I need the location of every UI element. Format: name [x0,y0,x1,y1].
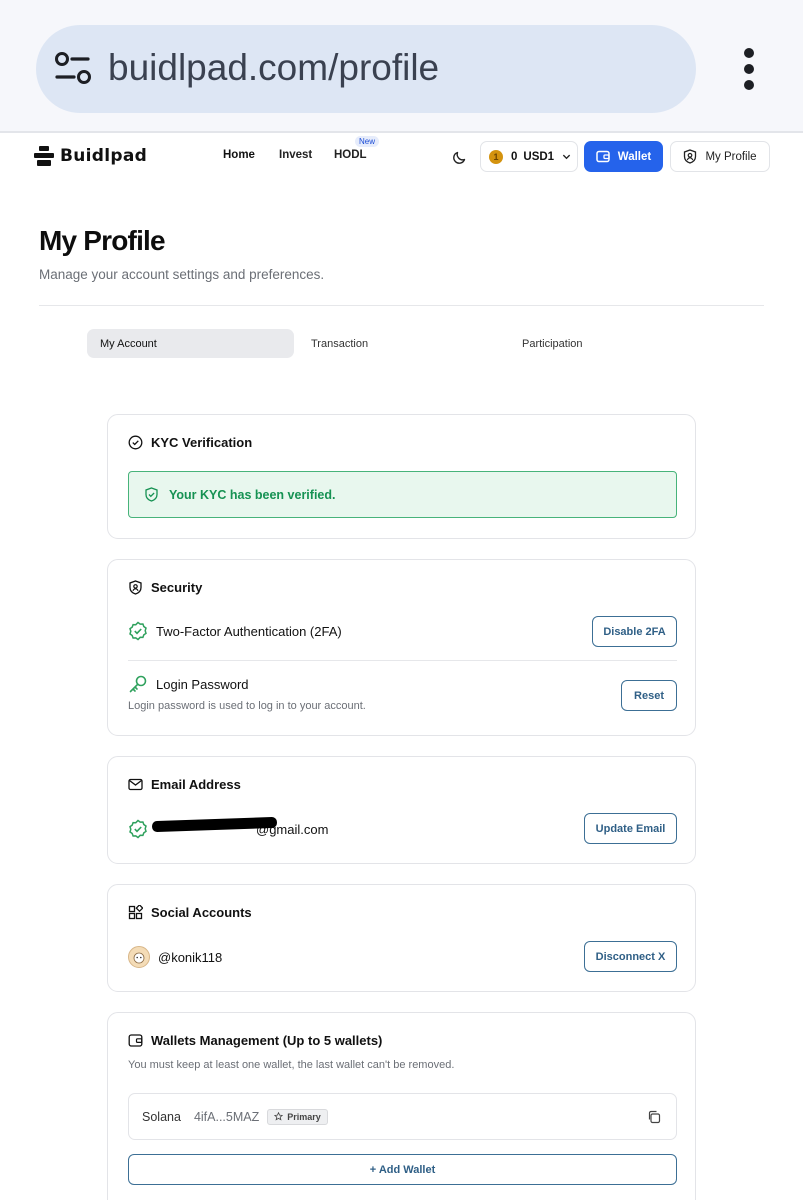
add-wallet-button[interactable]: + Add Wallet [128,1154,677,1185]
disable-2fa-button[interactable]: Disable 2FA [592,616,677,647]
wallet-chain: Solana [142,1109,181,1124]
browser-menu-icon[interactable] [738,48,760,92]
apps-icon [128,905,143,920]
update-email-button[interactable]: Update Email [584,813,677,844]
moon-icon[interactable] [452,149,468,165]
header-divider [39,305,764,306]
top-nav: Buidlpad Home Invest HODL New 1 0 USD1 W… [0,133,803,181]
key-icon [129,675,147,693]
logo[interactable]: Buidlpad [34,145,147,167]
kyc-title-label: KYC Verification [151,435,253,450]
security-divider [128,660,677,661]
badge-check-icon [129,819,147,839]
tab-participation[interactable]: Participation [522,329,583,358]
copy-icon[interactable] [647,1110,661,1124]
twofa-row-label: Two-Factor Authentication (2FA) [128,621,342,641]
wallets-description: You must keep at least one wallet, the l… [128,1059,455,1071]
page-subtitle: Manage your account settings and prefere… [39,267,325,282]
primary-badge-label: Primary [287,1111,321,1122]
password-label: Login Password [156,676,249,692]
kyc-status-text: Your KYC has been verified. [169,487,336,502]
my-profile-label: My Profile [705,150,757,163]
social-account-row: @konik118 [128,946,222,968]
wallet-address: 4ifA...5MAZ [193,1109,260,1124]
page-title: My Profile [39,225,166,256]
kyc-status-banner: Your KYC has been verified. [128,471,677,518]
disconnect-x-button[interactable]: Disconnect X [584,941,677,972]
address-bar[interactable]: buidlpad.com/profile [36,25,696,113]
kyc-card: KYC Verification Your KYC has been verif… [107,414,696,539]
mail-icon [128,778,143,791]
shield-check-icon [145,487,158,502]
security-card: Security Two-Factor Authentication (2FA)… [107,559,696,736]
avatar [128,946,150,968]
social-title: Social Accounts [128,905,252,920]
tab-my-account[interactable]: My Account [87,329,294,358]
password-description: Login password is used to log in to your… [128,700,366,712]
logo-text: Buidlpad [60,146,148,166]
twofa-label: Two-Factor Authentication (2FA) [156,623,342,639]
wallet-button-label: Wallet [617,150,652,163]
email-title-label: Email Address [151,777,241,792]
security-title-label: Security [151,580,203,595]
wallet-icon [128,1034,143,1047]
wallets-card: Wallets Management (Up to 5 wallets) You… [107,1012,696,1200]
email-title: Email Address [128,777,241,792]
shield-user-icon [684,149,697,164]
new-badge: New [355,136,380,147]
coin-icon: 1 [489,149,503,164]
tab-transaction[interactable]: Transaction [311,329,368,358]
balance-selector[interactable]: 1 0 USD1 [480,141,578,172]
email-card: Email Address @gmail.com Update Email [107,756,696,864]
nav-home[interactable]: Home [223,149,255,161]
shield-icon [129,580,142,595]
balance-amount: 0 [511,150,518,163]
nav-hodl[interactable]: HODL [334,149,367,161]
wallet-icon [596,150,610,163]
security-title: Security [128,580,202,595]
nav-invest[interactable]: Invest [279,149,312,161]
star-icon [274,1112,284,1121]
password-row-label: Login Password [128,674,249,694]
reset-password-button[interactable]: Reset [621,680,677,711]
my-profile-button[interactable]: My Profile [670,141,770,172]
social-title-label: Social Accounts [151,905,252,920]
social-handle: @konik118 [158,949,223,965]
wallet-button[interactable]: Wallet [584,141,663,172]
chevron-down-icon [562,154,571,160]
social-card: Social Accounts @konik118 Disconnect X [107,884,696,992]
primary-badge: Primary [267,1108,328,1125]
site-settings-icon[interactable] [54,51,94,87]
browser-chrome: buidlpad.com/profile [0,0,803,132]
url-text[interactable]: buidlpad.com/profile [108,47,439,89]
wallets-title: Wallets Management (Up to 5 wallets) [128,1033,382,1048]
avatar-face-icon [133,952,145,964]
check-circle-icon [128,435,143,450]
balance-currency: USD1 [523,150,555,163]
kyc-title: KYC Verification [128,435,252,450]
badge-check-icon [129,621,147,641]
wallet-list-item: Solana 4ifA...5MAZ Primary [128,1093,677,1140]
wallets-title-label: Wallets Management (Up to 5 wallets) [151,1033,383,1048]
logo-icon [34,146,54,166]
